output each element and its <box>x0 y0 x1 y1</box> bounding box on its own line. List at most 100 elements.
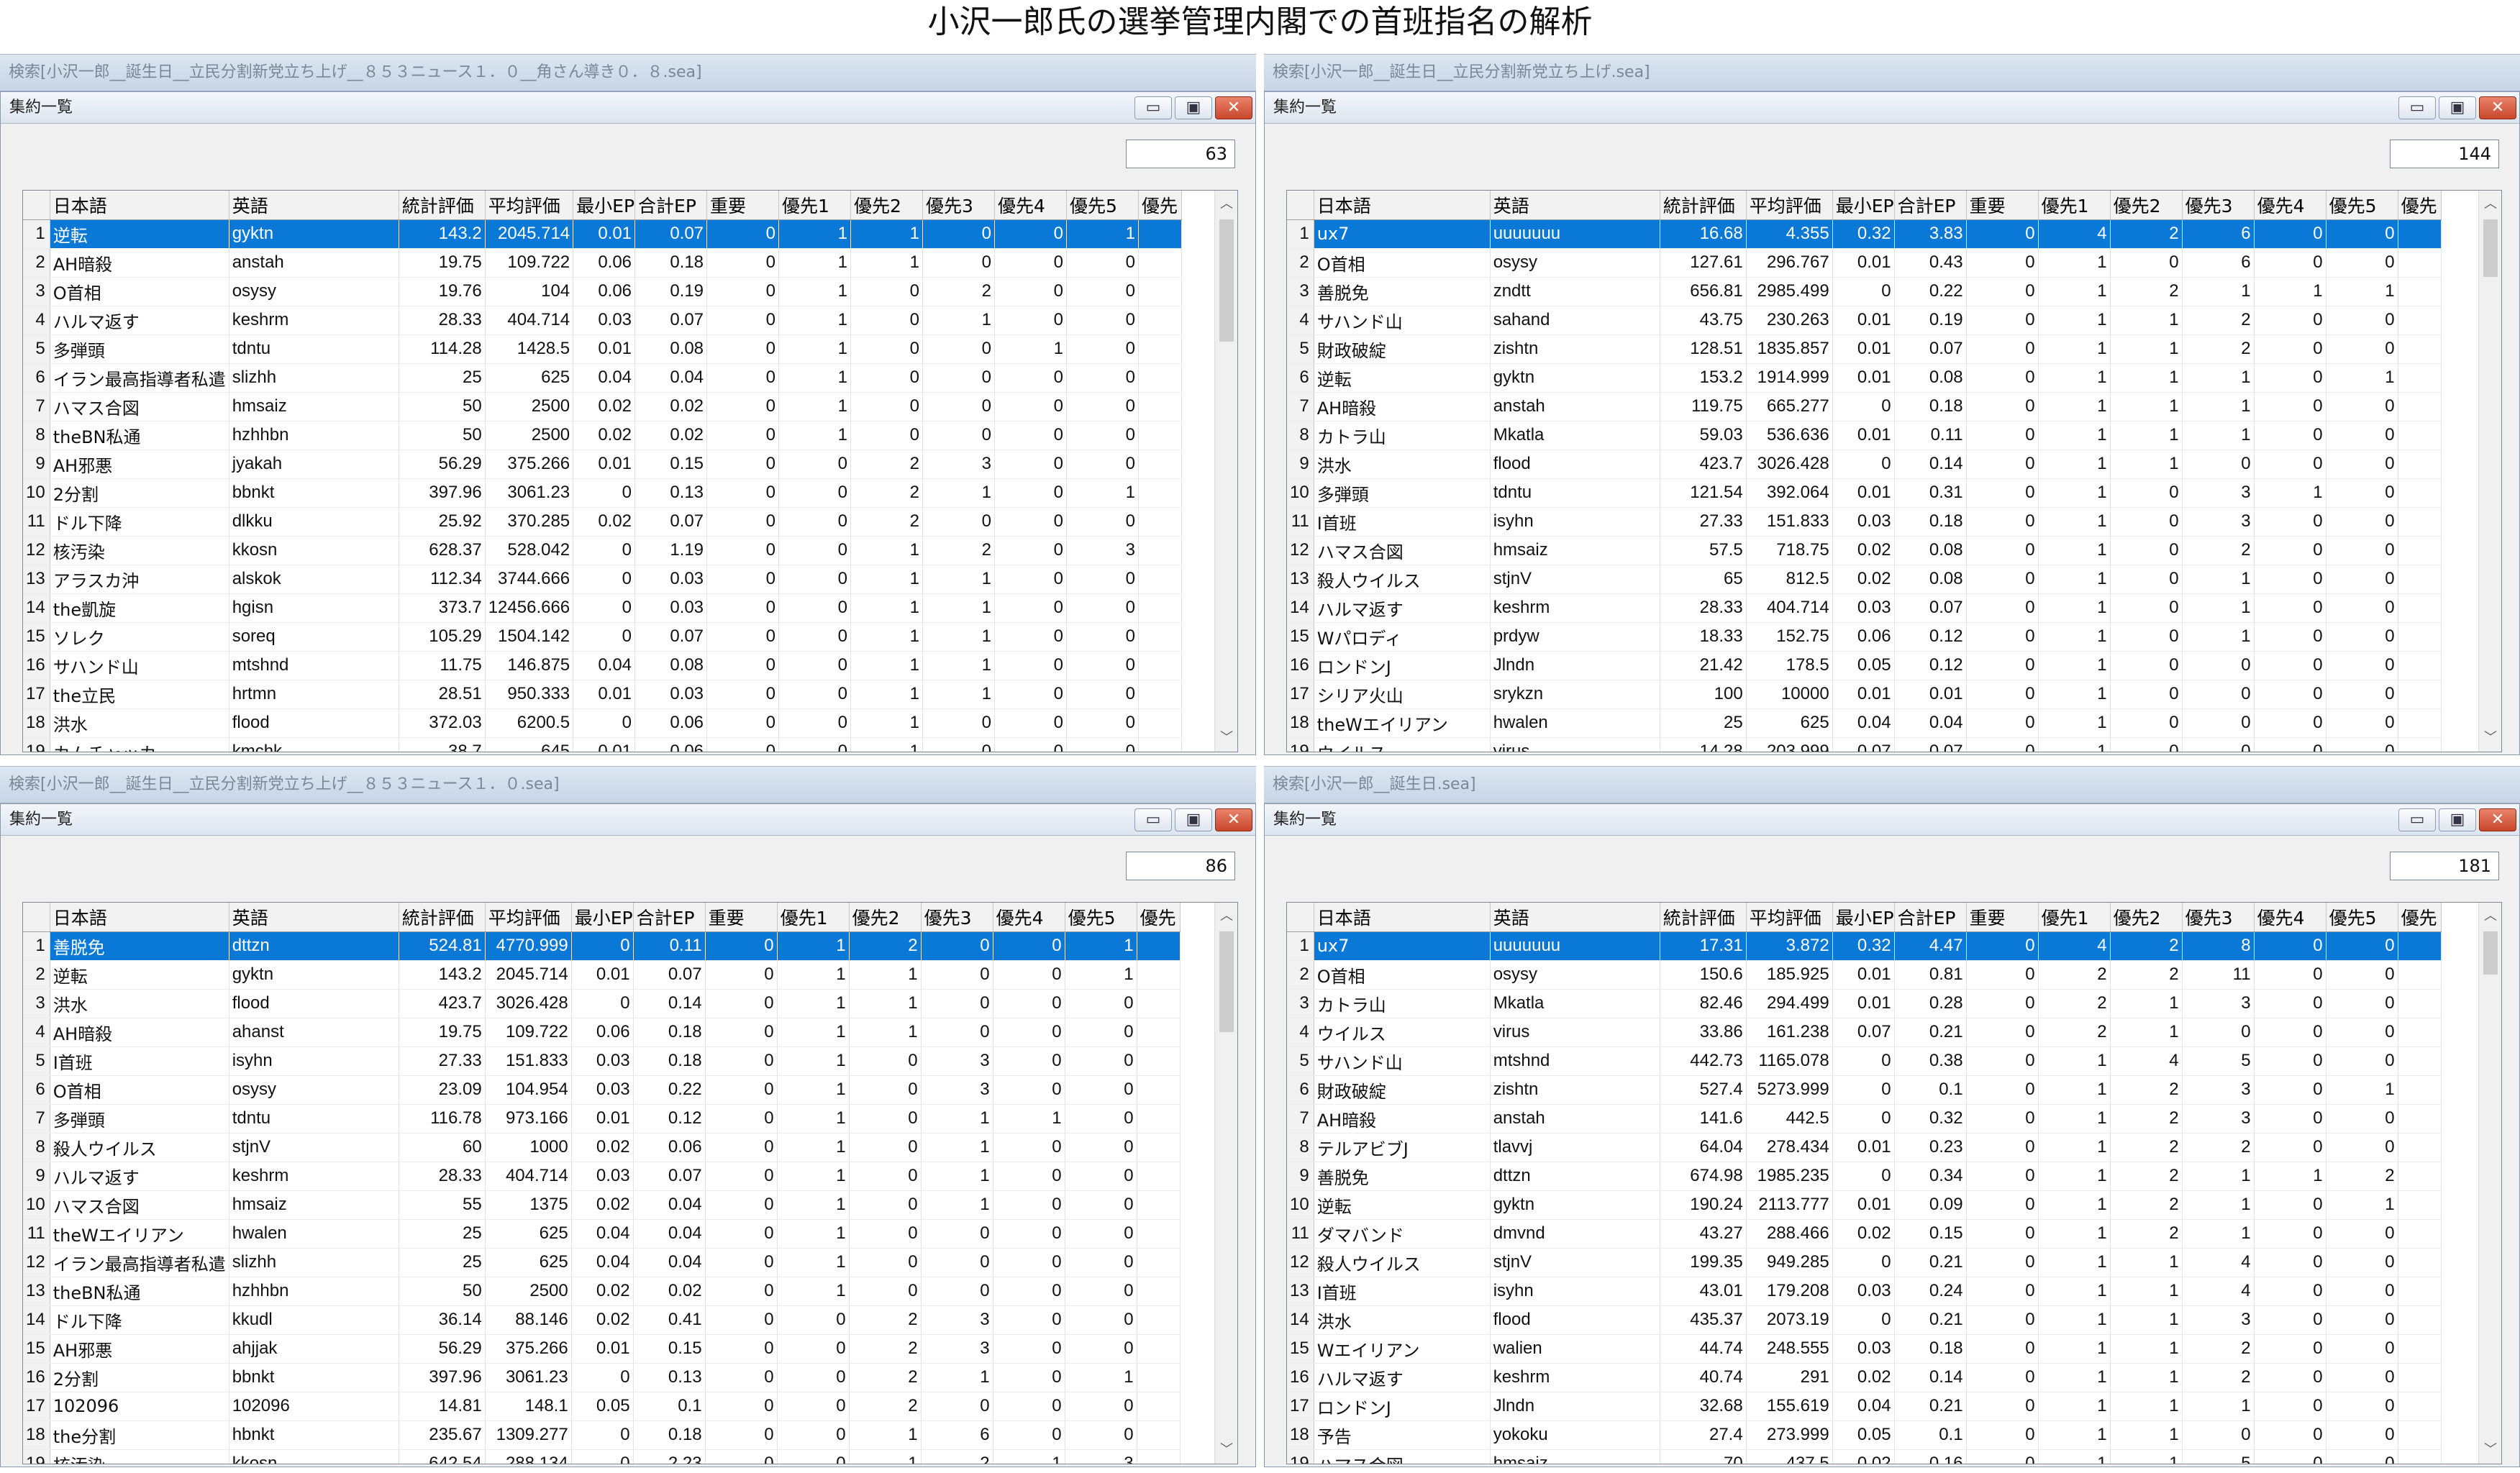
table-cell[interactable]: 0 <box>849 1133 922 1162</box>
table-cell[interactable]: 0 <box>2326 1018 2398 1047</box>
table-cell[interactable]: 2500 <box>485 421 574 450</box>
table-cell[interactable]: 0 <box>2110 651 2183 680</box>
table-cell[interactable]: 0 <box>1966 1133 2039 1162</box>
table-cell[interactable]: 0.01 <box>1832 680 1895 709</box>
table-cell[interactable]: 0 <box>2326 334 2398 364</box>
row-number[interactable]: 7 <box>1287 1104 1314 1134</box>
table-cell[interactable]: 59.03 <box>1660 421 1747 450</box>
scroll-thumb[interactable] <box>1219 931 1234 1032</box>
table-cell[interactable]: 0 <box>994 248 1068 278</box>
table-cell[interactable]: 0 <box>1966 392 2039 421</box>
table-cell[interactable]: 殺人ウイルス <box>1314 1248 1491 1277</box>
table-cell[interactable]: 1 <box>2182 363 2255 393</box>
table-cell[interactable]: ハルマ返す <box>1314 593 1491 623</box>
table-cell[interactable]: 0 <box>2254 1075 2326 1105</box>
table-cell[interactable]: 0.02 <box>1832 565 1895 594</box>
table-cell[interactable]: サハンド山 <box>50 651 229 680</box>
table-cell[interactable]: 2 <box>2110 931 2183 961</box>
table-row[interactable]: 6 O首相 osysy 23.09 104.954 0.03 0.22 0 1 0 3 0 0 <box>23 1075 1181 1105</box>
table-cell[interactable]: 143.2 <box>399 219 486 249</box>
scroll-down-icon[interactable]: ﹀ <box>2479 726 2501 750</box>
table-cell[interactable]: 38.7 <box>399 737 486 752</box>
table-cell[interactable]: 4 <box>2182 1248 2255 1277</box>
table-cell[interactable]: 1 <box>2038 1104 2111 1134</box>
table-cell[interactable]: 0 <box>2326 989 2398 1018</box>
column-header[interactable]: 最小EP <box>573 191 636 220</box>
table-cell[interactable]: Jlndn <box>1490 651 1660 680</box>
column-header[interactable]: 優先2 <box>850 191 924 220</box>
table-row[interactable]: 8 theBN私通 hzhhbn 50 2500 0.02 0.02 0 1 0 0 0 0 <box>23 421 1183 450</box>
table-cell[interactable]: 0.03 <box>571 1075 634 1105</box>
table-cell[interactable]: 0 <box>706 507 780 537</box>
table-cell[interactable]: 0 <box>2326 593 2398 623</box>
table-cell[interactable]: 1 <box>921 1162 993 1191</box>
table-cell[interactable]: 0 <box>1066 507 1140 537</box>
table-cell[interactable]: 0 <box>571 1420 634 1450</box>
row-number[interactable]: 10 <box>1287 1190 1314 1220</box>
column-header[interactable]: 優先3 <box>2182 903 2255 932</box>
table-cell[interactable]: 0.07 <box>633 1162 706 1191</box>
column-header[interactable]: 優先1 <box>778 191 852 220</box>
table-cell[interactable]: 1 <box>2038 1190 2111 1220</box>
table-cell[interactable]: 1 <box>2038 737 2111 752</box>
table-cell[interactable]: 0 <box>571 931 634 961</box>
table-row[interactable]: 14 ドル下降 kkudl 36.14 88.146 0.02 0.41 0 0 2 3 0 0 <box>23 1305 1181 1335</box>
table-cell[interactable]: 0 <box>705 1392 778 1421</box>
table-cell[interactable]: 0 <box>706 565 780 594</box>
table-cell[interactable]: 0 <box>849 1248 922 1277</box>
table-cell[interactable]: ハマス合図 <box>50 392 229 421</box>
table-cell[interactable]: 0 <box>1065 1104 1137 1134</box>
table-cell[interactable]: hmsaiz <box>229 392 399 421</box>
table-cell[interactable]: 0 <box>2182 708 2255 738</box>
table-cell[interactable]: ドル下降 <box>50 507 229 537</box>
table-cell[interactable]: 0 <box>850 277 924 306</box>
table-cell[interactable]: 0.1 <box>1894 1420 1967 1450</box>
table-cell[interactable]: 0.07 <box>1832 737 1895 752</box>
scroll-thumb[interactable] <box>2483 219 2498 277</box>
table-cell[interactable]: 5 <box>2182 1449 2255 1464</box>
table-cell[interactable]: 2 <box>2110 1104 2183 1134</box>
table-cell[interactable]: hmsaiz <box>1490 1449 1660 1464</box>
table-cell[interactable]: 0 <box>1066 306 1140 335</box>
table-cell[interactable]: 0 <box>1066 651 1140 680</box>
table-cell[interactable]: alskok <box>229 565 399 594</box>
row-number[interactable]: 9 <box>23 450 50 479</box>
row-number[interactable]: 19 <box>1287 737 1314 752</box>
table-cell[interactable]: 1 <box>849 960 922 990</box>
table-cell[interactable]: gyktn <box>229 960 399 990</box>
table-cell[interactable]: 2 <box>2110 1162 2183 1191</box>
table-cell[interactable]: 1 <box>2038 1219 2111 1249</box>
table-cell[interactable]: 11 <box>2182 960 2255 990</box>
table-cell[interactable]: 0 <box>922 392 996 421</box>
table-cell[interactable]: 642.54 <box>399 1449 486 1464</box>
table-cell[interactable]: 0 <box>2254 1420 2326 1450</box>
table-cell[interactable]: keshrm <box>229 1162 399 1191</box>
table-cell[interactable]: 1 <box>778 248 852 278</box>
table-cell[interactable]: 0.12 <box>633 1104 706 1134</box>
summary-list-titlebar[interactable]: 集約一覧 ▭ ▣ ✕ <box>1265 804 2519 836</box>
table-cell[interactable]: 1 <box>2182 1190 2255 1220</box>
table-row[interactable]: 10 2分割 bbnkt 397.96 3061.23 0 0.13 0 0 2 1 0 1 <box>23 478 1183 508</box>
table-row[interactable]: 14 ハルマ返す keshrm 28.33 404.714 0.03 0.07 0 1 0 1 0 0 <box>1287 593 2442 623</box>
row-number[interactable]: 19 <box>23 737 50 752</box>
table-cell[interactable]: 1 <box>2110 334 2183 364</box>
table-row[interactable]: 13 theBN私通 hzhhbn 50 2500 0.02 0.02 0 1 0 0 0 0 <box>23 1277 1181 1306</box>
column-header[interactable]: 優先2 <box>2110 903 2183 932</box>
table-cell[interactable]: 3 <box>921 1046 993 1076</box>
table-cell[interactable]: 40.74 <box>1660 1363 1747 1392</box>
table-row[interactable]: 9 洪水 flood 423.7 3026.428 0 0.14 0 1 1 0 0 0 <box>1287 450 2442 479</box>
table-cell[interactable]: 2.23 <box>633 1449 706 1464</box>
table-cell[interactable]: 0 <box>922 507 996 537</box>
table-cell[interactable]: sahand <box>1490 306 1660 335</box>
table-cell[interactable]: isyhn <box>1490 1277 1660 1306</box>
table-cell[interactable]: 2045.714 <box>485 960 572 990</box>
table-cell[interactable]: 0.07 <box>1894 334 1967 364</box>
table-cell[interactable]: 0.02 <box>571 1305 634 1335</box>
table-cell[interactable]: 1 <box>2182 1219 2255 1249</box>
table-cell[interactable]: 25.92 <box>399 507 486 537</box>
row-number[interactable]: 14 <box>1287 593 1314 623</box>
row-number[interactable]: 17 <box>1287 1392 1314 1421</box>
table-cell[interactable]: 1 <box>778 392 852 421</box>
table-cell[interactable]: 0.04 <box>1832 708 1895 738</box>
table-cell[interactable]: 291 <box>1746 1363 1833 1392</box>
